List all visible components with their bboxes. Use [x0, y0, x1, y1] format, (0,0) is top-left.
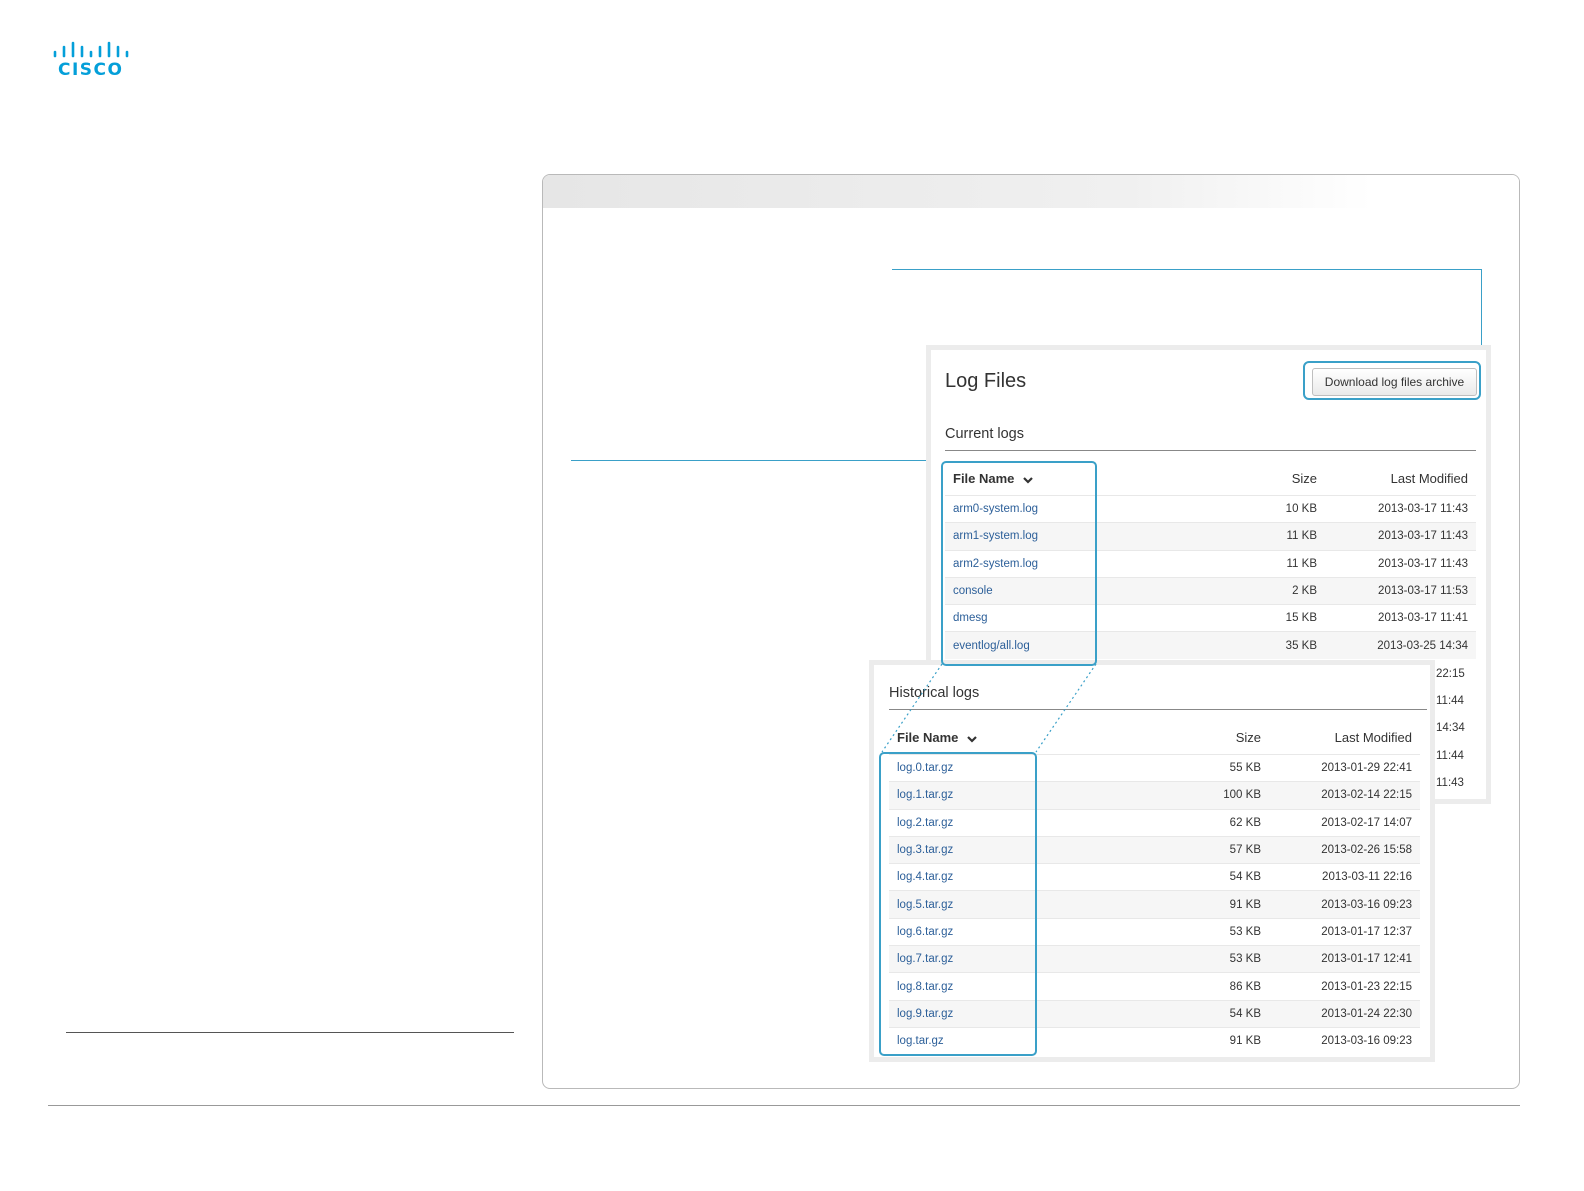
last-modified-cell: 2013-02-14 22:15	[1269, 781, 1420, 810]
file-size-cell: 15 KB	[1185, 604, 1325, 632]
obscured-time: 22:15	[1436, 668, 1465, 680]
obscured-time: 11:43	[1436, 777, 1464, 789]
last-modified-cell: 2013-01-29 22:41	[1269, 753, 1420, 782]
last-modified-cell: 2013-01-24 22:30	[1269, 999, 1420, 1028]
file-size-cell: 86 KB	[1129, 972, 1269, 1001]
last-modified-cell: 2013-03-17 11:43	[1325, 522, 1476, 551]
file-size-cell: 54 KB	[1129, 863, 1269, 891]
last-modified-cell: 2013-03-17 11:41	[1325, 604, 1476, 632]
zoom-connector-lines	[881, 663, 1097, 753]
file-size-cell: 91 KB	[1129, 1026, 1269, 1055]
last-modified-cell: 2013-03-17 11:43	[1325, 494, 1476, 523]
historical-filename-column-highlight	[879, 752, 1037, 1056]
file-size-cell: 54 KB	[1129, 999, 1269, 1028]
last-modified-cell: 2013-03-17 11:53	[1325, 576, 1476, 605]
last-modified-column-header[interactable]: Last Modified	[1325, 462, 1476, 496]
size-column-header[interactable]: Size	[1129, 721, 1269, 755]
last-modified-cell: 2013-02-17 14:07	[1269, 808, 1420, 837]
obscured-time: 11:44	[1436, 695, 1464, 707]
file-size-cell: 57 KB	[1129, 835, 1269, 864]
current-filename-column-highlight	[941, 461, 1097, 666]
cisco-wordmark: CISCO	[58, 60, 124, 80]
current-logs-heading: Current logs	[945, 426, 1024, 442]
download-button-highlight	[1303, 361, 1481, 400]
last-modified-cell: 2013-03-25 14:34	[1325, 631, 1476, 659]
file-size-cell: 35 KB	[1185, 631, 1325, 659]
file-size-cell: 11 KB	[1185, 549, 1325, 578]
obscured-time: 11:44	[1436, 750, 1464, 762]
size-column-header[interactable]: Size	[1185, 462, 1325, 496]
last-modified-cell: 2013-03-11 22:16	[1269, 863, 1420, 891]
file-size-cell: 53 KB	[1129, 917, 1269, 946]
last-modified-cell: 2013-02-26 15:58	[1269, 835, 1420, 864]
file-size-cell: 55 KB	[1129, 753, 1269, 782]
frame-header-band	[543, 175, 1519, 208]
file-size-cell: 11 KB	[1185, 522, 1325, 551]
callout-line-download	[892, 269, 1482, 270]
last-modified-cell: 2013-03-17 11:43	[1325, 549, 1476, 578]
file-size-cell: 91 KB	[1129, 890, 1269, 919]
last-modified-cell: 2013-01-23 22:15	[1269, 972, 1420, 1001]
callout-line-filename	[571, 460, 941, 461]
last-modified-cell: 2013-01-17 12:41	[1269, 945, 1420, 973]
file-size-cell: 100 KB	[1129, 781, 1269, 810]
last-modified-cell: 2013-03-16 09:23	[1269, 1026, 1420, 1055]
file-size-cell: 53 KB	[1129, 945, 1269, 973]
last-modified-cell: 2013-03-16 09:23	[1269, 890, 1420, 919]
current-logs-rule	[945, 450, 1476, 451]
page-title: Log Files	[945, 370, 1027, 392]
left-divider	[66, 1032, 514, 1033]
file-size-cell: 62 KB	[1129, 808, 1269, 837]
last-modified-cell: 2013-01-17 12:37	[1269, 917, 1420, 946]
file-size-cell: 10 KB	[1185, 494, 1325, 523]
file-size-cell: 2 KB	[1185, 576, 1325, 605]
footer-divider	[48, 1105, 1520, 1106]
last-modified-column-header[interactable]: Last Modified	[1269, 721, 1420, 755]
obscured-time: 14:34	[1436, 722, 1465, 734]
